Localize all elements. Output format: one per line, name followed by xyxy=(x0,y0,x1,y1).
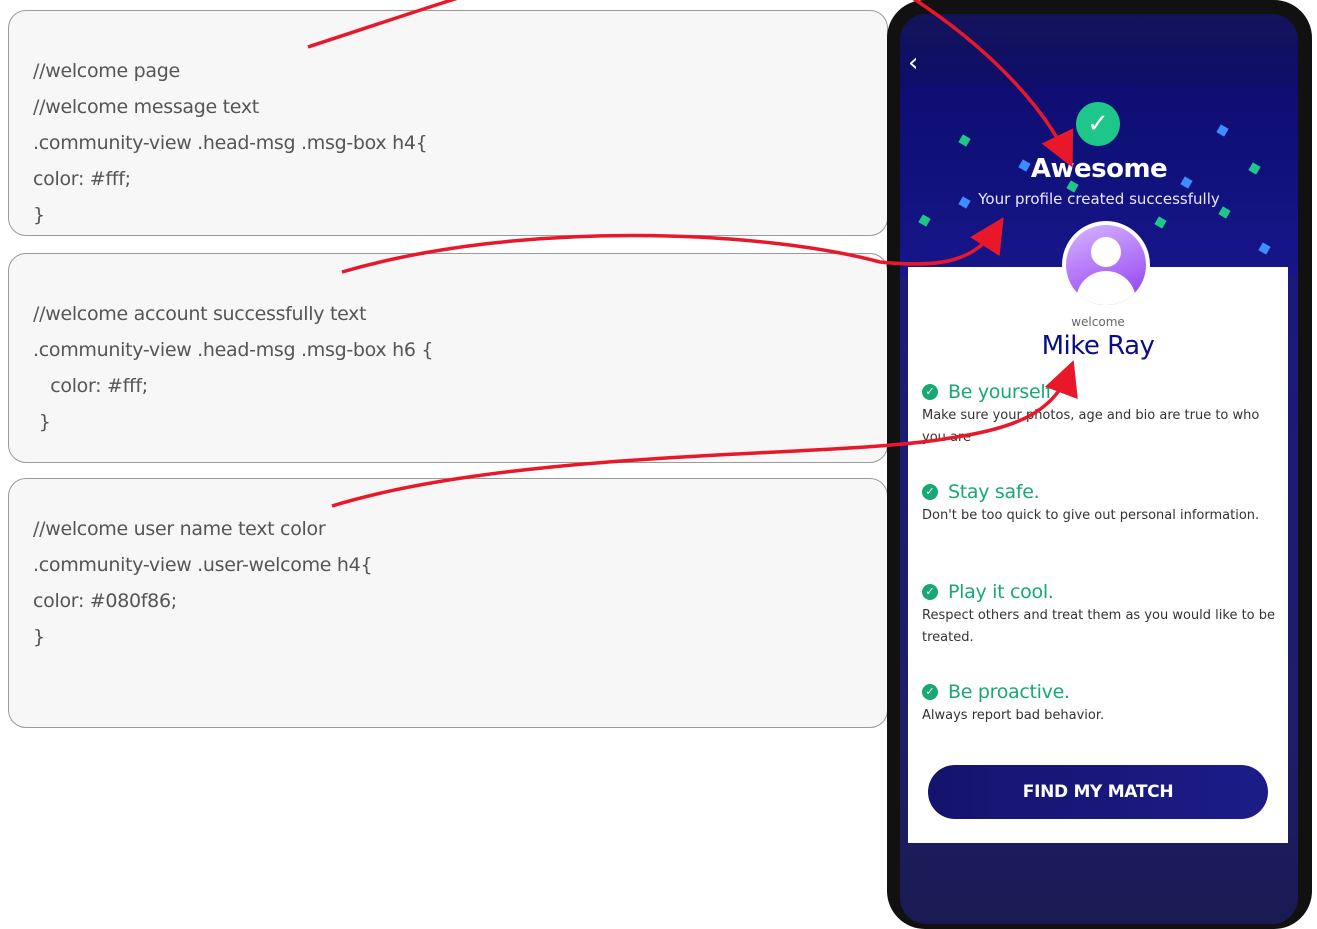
confetti xyxy=(1218,206,1231,219)
code-box-success-text: //welcome account successfully text .com… xyxy=(8,253,888,463)
tip-head: ✓ Be proactive. xyxy=(922,679,1278,705)
tip-title: Be proactive. xyxy=(948,681,1070,703)
code-box-user-name-color: //welcome user name text color .communit… xyxy=(8,478,888,728)
code-line: .community-view .user-welcome h4{ xyxy=(33,554,373,576)
code-line: color: #fff; xyxy=(33,375,148,397)
confetti xyxy=(918,214,931,227)
confetti xyxy=(958,134,971,147)
code-box-welcome-message: //welcome page //welcome message text .c… xyxy=(8,10,888,236)
tip-text: Respect others and treat them as you wou… xyxy=(922,608,1276,645)
tip-item: ✓ Be yourself. Make sure your photos, ag… xyxy=(922,379,1278,449)
chevron-left-icon[interactable]: ‹ xyxy=(908,50,930,76)
tip-head: ✓ Be yourself. xyxy=(922,379,1278,405)
code-line: color: #080f86; xyxy=(33,590,177,612)
tip-item: ✓ Play it cool. Respect others and treat… xyxy=(922,579,1278,649)
hero-title: Awesome xyxy=(1030,154,1168,184)
code-line: //welcome message text xyxy=(33,96,259,118)
confetti xyxy=(1216,124,1229,137)
code-line: } xyxy=(33,204,45,226)
check-icon: ✓ xyxy=(922,684,938,700)
tip-head: ✓ Play it cool. xyxy=(922,579,1278,605)
avatar xyxy=(1062,221,1150,309)
code-line: } xyxy=(33,411,51,433)
tip-title: Be yourself. xyxy=(948,381,1057,403)
code-line: color: #fff; xyxy=(33,168,131,190)
tip-text: Don't be too quick to give out personal … xyxy=(922,508,1260,523)
tip-title: Stay safe. xyxy=(948,481,1040,503)
code-line: .community-view .head-msg .msg-box h4{ xyxy=(33,132,428,154)
tip-item: ✓ Stay safe. Don't be too quick to give … xyxy=(922,479,1278,527)
check-icon: ✓ xyxy=(922,484,938,500)
find-my-match-button[interactable]: FIND MY MATCH xyxy=(928,765,1268,819)
check-icon: ✓ xyxy=(922,584,938,600)
tip-item: ✓ Be proactive. Always report bad behavi… xyxy=(922,679,1278,727)
code-line: //welcome user name text color xyxy=(33,518,326,540)
code-line: //welcome account successfully text xyxy=(33,303,367,325)
hero-subtitle: Your profile created successfully xyxy=(978,190,1220,208)
check-icon: ✓ xyxy=(922,384,938,400)
avatar-head xyxy=(1091,237,1121,267)
code-line: .community-view .head-msg .msg-box h6 { xyxy=(33,339,434,361)
tip-title: Play it cool. xyxy=(948,581,1054,603)
tip-head: ✓ Stay safe. xyxy=(922,479,1278,505)
check-circle-icon: ✓ xyxy=(1076,102,1120,146)
confetti xyxy=(1154,216,1167,229)
code-line: } xyxy=(33,626,45,648)
phone-screen: ‹ ✓ Awesome Your profile created success… xyxy=(900,14,1298,924)
tip-text: Always report bad behavior. xyxy=(922,708,1105,723)
tip-text: Make sure your photos, age and bio are t… xyxy=(922,408,1260,445)
avatar-body xyxy=(1076,271,1136,305)
welcome-label: welcome xyxy=(1071,315,1125,329)
code-line: //welcome page xyxy=(33,60,180,82)
user-name: Mike Ray xyxy=(1041,331,1155,361)
confetti xyxy=(1258,242,1271,255)
welcome-card: welcome Mike Ray ✓ Be yourself. Make sur… xyxy=(908,221,1288,843)
